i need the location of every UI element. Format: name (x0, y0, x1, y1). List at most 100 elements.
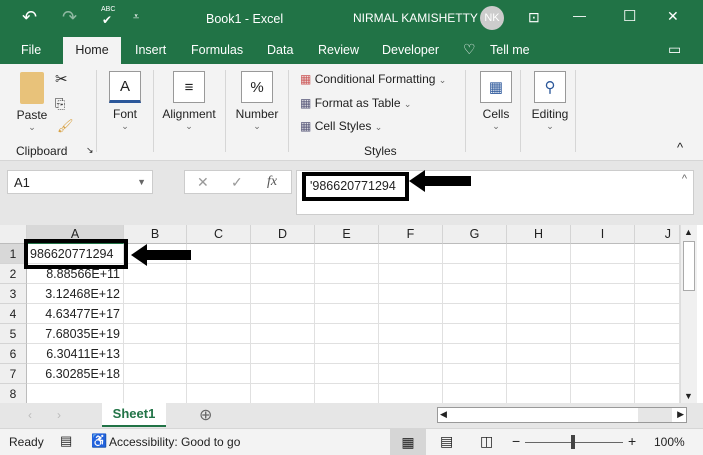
row-header[interactable]: 7 (0, 364, 27, 384)
number-button[interactable]: % Number ⌄ (232, 71, 282, 132)
normal-view-icon[interactable]: ▦ (390, 429, 426, 455)
cell[interactable] (507, 384, 571, 404)
editing-button[interactable]: ⚲ Editing ⌄ (527, 71, 573, 132)
cut-icon[interactable]: ✂ (55, 70, 68, 88)
paste-button[interactable]: Paste ⌄ (12, 72, 52, 133)
column-header[interactable]: H (507, 225, 571, 244)
alignment-button[interactable]: ≡ Alignment ⌄ (158, 71, 220, 132)
page-layout-icon[interactable]: ▤ (440, 433, 453, 450)
cell[interactable] (571, 324, 635, 344)
cell[interactable] (315, 384, 379, 404)
copy-icon[interactable]: ⎘ (55, 96, 65, 112)
cell[interactable] (251, 304, 315, 324)
close-button[interactable]: ✕ (667, 8, 679, 25)
cell[interactable] (251, 284, 315, 304)
font-button[interactable]: A Font ⌄ (105, 71, 145, 132)
cell-a3[interactable]: 3.12468E+12 (27, 284, 124, 304)
expand-formula-icon[interactable]: ^ (682, 173, 687, 185)
cell[interactable] (571, 364, 635, 384)
spelling-icon[interactable]: ABC (101, 6, 115, 13)
cell[interactable] (571, 244, 635, 264)
cell[interactable] (635, 244, 680, 264)
cell[interactable] (507, 284, 571, 304)
scroll-right-icon[interactable]: ▶ (677, 409, 684, 420)
cell[interactable] (251, 264, 315, 284)
format-painter-icon[interactable]: 🖌 (57, 118, 74, 134)
name-box[interactable]: A1 ▼ (7, 170, 153, 194)
zoom-slider-thumb[interactable] (571, 435, 575, 449)
cell[interactable] (315, 284, 379, 304)
tab-developer[interactable]: Developer (382, 43, 439, 57)
page-break-icon[interactable]: ◫ (480, 433, 493, 450)
cell[interactable] (571, 384, 635, 404)
cell[interactable] (187, 364, 251, 384)
column-header[interactable]: I (571, 225, 635, 244)
cell[interactable] (187, 324, 251, 344)
zoom-in-button[interactable]: + (628, 433, 636, 449)
next-sheet-icon[interactable]: › (57, 408, 61, 422)
cell[interactable] (507, 264, 571, 284)
column-header[interactable]: J (635, 225, 680, 244)
row-header[interactable]: 5 (0, 324, 27, 344)
cell[interactable] (379, 304, 443, 324)
avatar[interactable]: NK (480, 6, 504, 30)
undo-icon[interactable]: ↶ (22, 7, 37, 28)
cell[interactable] (443, 264, 507, 284)
maximize-button[interactable]: ☐ (623, 7, 636, 25)
cell[interactable] (315, 244, 379, 264)
scroll-left-icon[interactable]: ◀ (440, 409, 447, 420)
cell[interactable] (635, 344, 680, 364)
row-header[interactable]: 8 (0, 384, 27, 404)
sheet-tab-sheet1[interactable]: Sheet1 (102, 403, 166, 427)
conditional-formatting-button[interactable]: ▦ Conditional Formatting ⌄ (300, 72, 446, 86)
prev-sheet-icon[interactable]: ‹ (28, 408, 32, 422)
cell[interactable] (443, 364, 507, 384)
cell[interactable] (315, 344, 379, 364)
cell[interactable] (443, 344, 507, 364)
tab-insert[interactable]: Insert (135, 43, 166, 57)
cell[interactable] (315, 304, 379, 324)
column-header[interactable]: G (443, 225, 507, 244)
cell[interactable] (443, 384, 507, 404)
cell[interactable] (443, 324, 507, 344)
cell[interactable] (251, 344, 315, 364)
accessibility-icon[interactable]: ♿ (91, 433, 107, 449)
cancel-icon[interactable]: ✕ (197, 174, 209, 191)
cell[interactable] (507, 244, 571, 264)
zoom-level[interactable]: 100% (654, 435, 685, 449)
cell[interactable] (251, 244, 315, 264)
cell[interactable] (251, 364, 315, 384)
cells-button[interactable]: ▦ Cells ⌄ (474, 71, 518, 132)
cell[interactable] (187, 284, 251, 304)
cell-a4[interactable]: 4.63477E+17 (27, 304, 124, 324)
cell[interactable] (635, 264, 680, 284)
cell[interactable] (379, 364, 443, 384)
cell[interactable] (571, 344, 635, 364)
cell[interactable] (571, 264, 635, 284)
cell[interactable] (124, 324, 187, 344)
add-sheet-icon[interactable]: ⊕ (199, 405, 212, 425)
cell[interactable] (379, 384, 443, 404)
cell-a7[interactable]: 6.30285E+18 (27, 364, 124, 384)
scroll-down-icon[interactable]: ▼ (684, 391, 693, 401)
tab-home[interactable]: Home (63, 37, 121, 64)
enter-icon[interactable]: ✓ (231, 174, 243, 191)
column-header[interactable]: B (124, 225, 187, 244)
column-header[interactable]: E (315, 225, 379, 244)
tab-review[interactable]: Review (318, 43, 359, 57)
cell[interactable] (379, 244, 443, 264)
tell-me-search[interactable]: Tell me (490, 43, 530, 57)
cell[interactable] (635, 384, 680, 404)
cell-a6[interactable]: 6.30411E+13 (27, 344, 124, 364)
ribbon-display-icon[interactable]: ⊡ (528, 9, 540, 26)
cell[interactable] (635, 304, 680, 324)
redo-icon[interactable]: ↷ (62, 7, 77, 28)
cell[interactable] (187, 304, 251, 324)
zoom-out-button[interactable]: − (512, 433, 520, 449)
cell[interactable] (507, 364, 571, 384)
horizontal-scrollbar[interactable]: ◀ ▶ (437, 407, 687, 423)
row-header[interactable]: 1 (0, 244, 27, 264)
row-header[interactable]: 3 (0, 284, 27, 304)
collapse-ribbon-icon[interactable]: ^ (677, 140, 683, 155)
cell[interactable] (315, 364, 379, 384)
